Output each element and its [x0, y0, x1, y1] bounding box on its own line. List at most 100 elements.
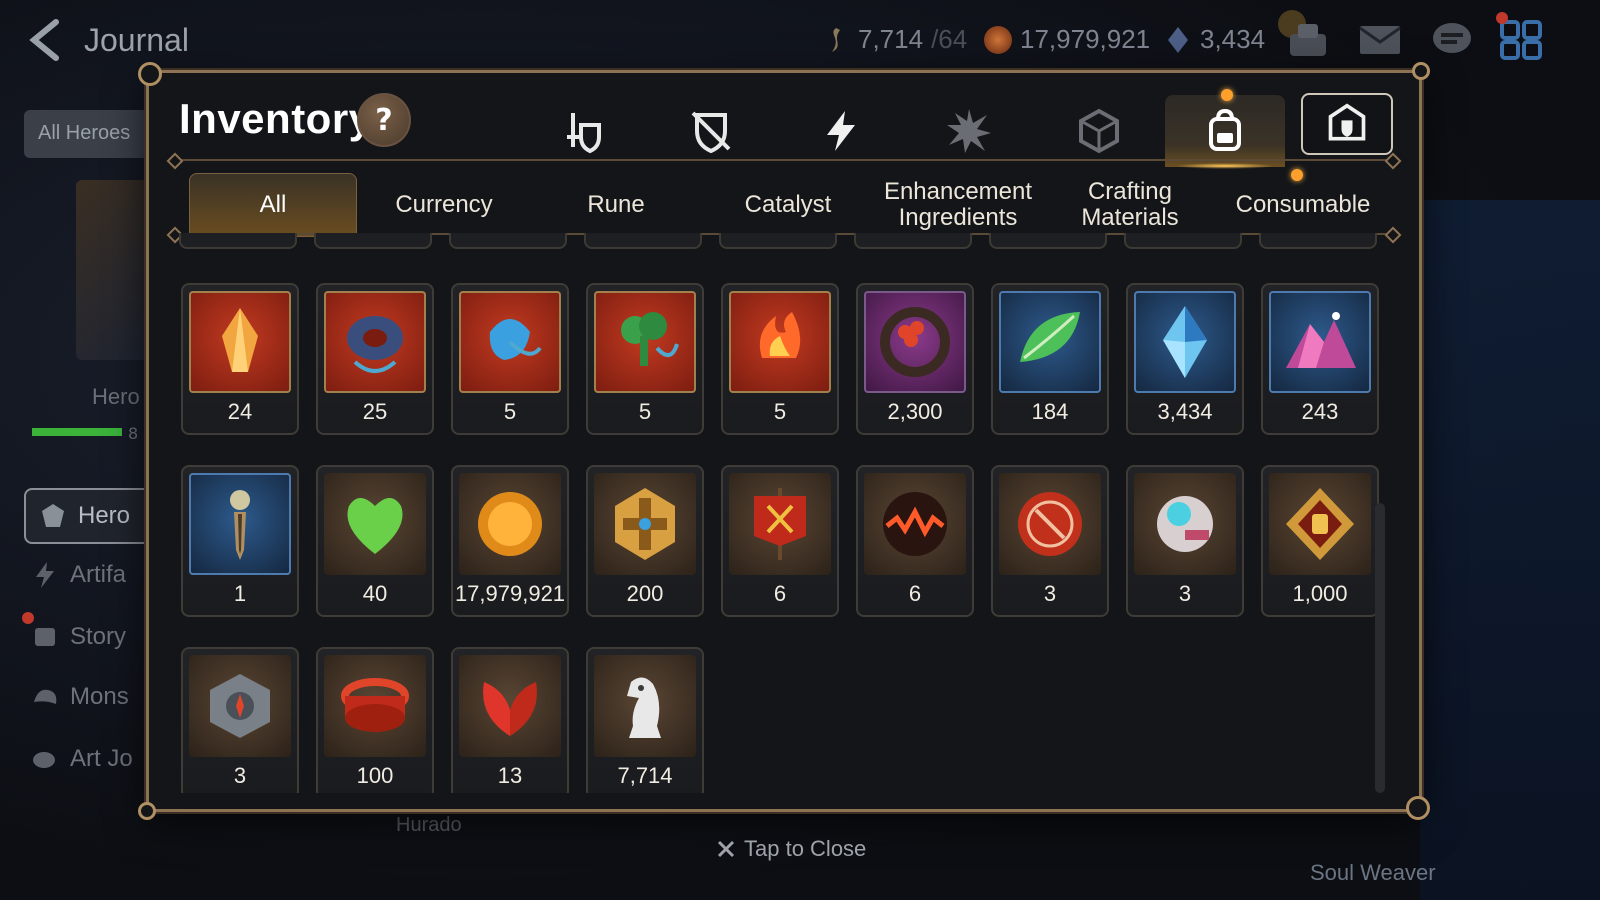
- partial-item-cell[interactable]: [1259, 233, 1377, 249]
- sidebar-item-story[interactable]: Story: [30, 622, 126, 652]
- tab-lightning[interactable]: [781, 95, 901, 167]
- partial-item-cell[interactable]: [989, 233, 1107, 249]
- gold-hexagon-cross-icon: [615, 488, 675, 560]
- subtab-enhancement-ingredients[interactable]: Enhancement Ingredients: [873, 173, 1043, 237]
- item-cell[interactable]: 3: [1126, 465, 1244, 617]
- tab-equipment[interactable]: [523, 95, 643, 167]
- item-cell[interactable]: 3,434: [1126, 283, 1244, 435]
- subtab-rune[interactable]: Rune: [531, 173, 701, 237]
- menu-grid-icon[interactable]: [1498, 18, 1546, 62]
- background-right-panel: [1420, 200, 1600, 900]
- partial-item-cell[interactable]: [179, 233, 297, 249]
- menu-notification-dot: [1496, 12, 1508, 24]
- silver-chess-knight-icon: [627, 677, 661, 738]
- partial-item-cell[interactable]: [719, 233, 837, 249]
- item-cell[interactable]: 13: [451, 647, 569, 793]
- subtab-currency[interactable]: Currency: [359, 173, 529, 237]
- corner-ornament: [138, 802, 156, 820]
- item-thumbnail: [459, 291, 561, 393]
- stamina-resource[interactable]: 7,714 /64: [822, 24, 967, 55]
- sidebar-item-art-journal[interactable]: Art Jo: [30, 744, 133, 774]
- item-thumbnail: [1134, 473, 1236, 575]
- tap-to-close-label: Tap to Close: [744, 836, 867, 861]
- green-tree-pendant-icon: [621, 312, 679, 366]
- mail-icon[interactable]: [1356, 18, 1404, 62]
- hero-progress-bar: [32, 428, 122, 436]
- equipment-sword-shield-icon: [567, 113, 601, 154]
- sidebar-item-label: Art Jo: [70, 745, 133, 772]
- partial-item-cell[interactable]: [449, 233, 567, 249]
- item-cell[interactable]: 24: [181, 283, 299, 435]
- item-cell[interactable]: 17,979,921: [451, 465, 569, 617]
- item-cell[interactable]: 2,300: [856, 283, 974, 435]
- item-quantity: 184: [1031, 399, 1069, 424]
- grid-scrollbar[interactable]: [1375, 503, 1385, 793]
- chat-icon[interactable]: [1428, 18, 1476, 62]
- subtab-catalyst[interactable]: Catalyst: [703, 173, 873, 237]
- item-cell[interactable]: 200: [586, 465, 704, 617]
- subtab-crafting-materials[interactable]: Crafting Materials: [1045, 173, 1215, 237]
- item-cell[interactable]: 7,714: [586, 647, 704, 793]
- skystone-resource[interactable]: 3,434: [1164, 24, 1265, 55]
- partial-item-cell[interactable]: [584, 233, 702, 249]
- partial-previous-row: [179, 233, 1377, 249]
- item-quantity: 3,434: [1157, 399, 1213, 424]
- item-cell[interactable]: 6: [856, 465, 974, 617]
- tab-cube[interactable]: [1039, 95, 1159, 167]
- item-thumbnail: [999, 291, 1101, 393]
- partial-item-cell[interactable]: [854, 233, 972, 249]
- item-cell[interactable]: 1,000: [1261, 465, 1379, 617]
- subtab-consumable[interactable]: Consumable: [1217, 173, 1389, 237]
- tab-backpack[interactable]: [1165, 95, 1285, 169]
- hero-card-image: [76, 180, 156, 360]
- item-cell[interactable]: 184: [991, 283, 1109, 435]
- item-cell[interactable]: 5: [721, 283, 839, 435]
- item-cell[interactable]: 100: [316, 647, 434, 793]
- skystone-icon: [1168, 26, 1188, 53]
- subtab-all[interactable]: All: [189, 173, 357, 237]
- gold-value: 17,979,921: [1020, 24, 1151, 54]
- all-heroes-filter[interactable]: All Heroes: [24, 110, 154, 158]
- skystone-value: 3,434: [1200, 24, 1266, 54]
- item-quantity: 6: [773, 581, 787, 606]
- item-thumbnail: [459, 655, 561, 757]
- header-divider: [175, 159, 1393, 161]
- item-cell[interactable]: 5: [586, 283, 704, 435]
- close-icon: [717, 840, 735, 858]
- friends-icon[interactable]: [1284, 18, 1332, 62]
- item-thumbnail: [324, 655, 426, 757]
- item-cell[interactable]: 5: [451, 283, 569, 435]
- sidebar-item-monster[interactable]: Mons: [30, 682, 129, 712]
- item-thumbnail: [459, 473, 561, 575]
- item-cell[interactable]: 1: [181, 465, 299, 617]
- sidebar-item-hero[interactable]: Hero: [24, 488, 154, 544]
- stone-compass-icon: [210, 674, 270, 738]
- item-quantity: 13: [497, 763, 523, 788]
- sidebar-item-artifact[interactable]: Artifa: [30, 560, 126, 590]
- tab-explosion[interactable]: [909, 95, 1029, 167]
- backpack-icon: [1209, 108, 1241, 151]
- stamina-max: /64: [931, 24, 968, 54]
- tap-to-close-button[interactable]: Tap to Close: [716, 836, 866, 862]
- item-cell[interactable]: 40: [316, 465, 434, 617]
- help-button[interactable]: ?: [357, 93, 411, 147]
- item-quantity: 7,714: [617, 763, 673, 788]
- partial-item-cell[interactable]: [314, 233, 432, 249]
- gold-resource[interactable]: 17,979,921: [984, 24, 1150, 55]
- item-cell[interactable]: 3: [991, 465, 1109, 617]
- item-cell[interactable]: 3: [181, 647, 299, 793]
- tab-guild[interactable]: [1301, 93, 1393, 155]
- tab-crossed-swords[interactable]: [651, 95, 771, 167]
- backpack-notification-dot: [1221, 89, 1233, 101]
- item-thumbnail: [864, 473, 966, 575]
- item-cell[interactable]: 6: [721, 465, 839, 617]
- partial-item-cell[interactable]: [1124, 233, 1242, 249]
- explosion-icon: [947, 109, 991, 153]
- inventory-title: Inventory: [179, 95, 373, 142]
- item-cell[interactable]: 25: [316, 283, 434, 435]
- item-cell[interactable]: 243: [1261, 283, 1379, 435]
- inventory-header: Inventory ?: [149, 73, 1419, 169]
- item-quantity: 3: [233, 763, 247, 788]
- back-arrow-icon[interactable]: [26, 18, 66, 62]
- mechanical-device-icon: [1157, 496, 1213, 552]
